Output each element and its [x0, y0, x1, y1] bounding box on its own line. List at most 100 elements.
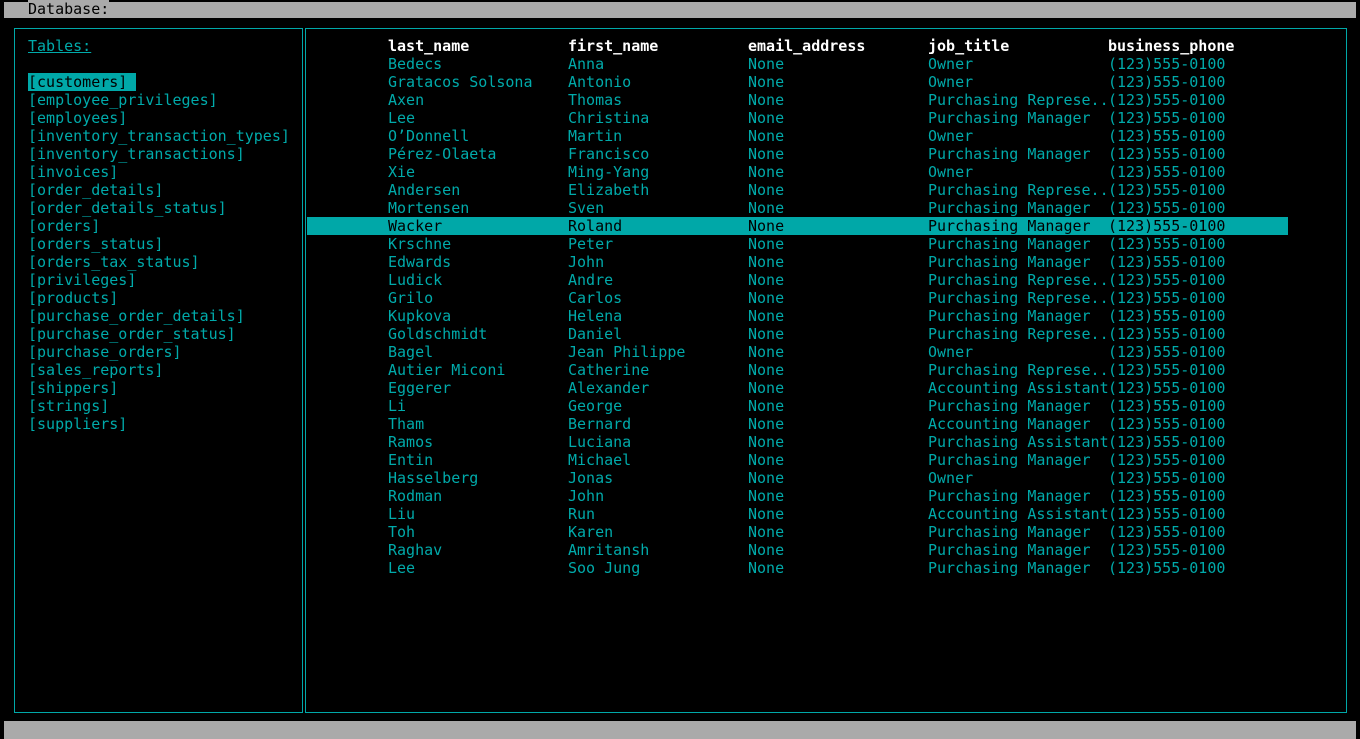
table-item[interactable]: [purchase_order_details] [28, 307, 245, 325]
cell-last-name: Bagel [388, 343, 434, 361]
table-item[interactable]: [inventory_transaction_types] [28, 127, 290, 145]
table-row[interactable]: Entin Michael None Purchasing Manager (123)5… [307, 451, 1288, 469]
table-item[interactable]: [customers] [28, 73, 137, 91]
table-row[interactable]: Rodman John None Purchasing Manager (123)555… [307, 487, 1288, 505]
column-header-last-name[interactable]: last_name [388, 37, 469, 55]
cell-last-name: Grilo [388, 289, 434, 307]
cell-business-phone: (123)555-0100 [1108, 307, 1226, 325]
table-row[interactable]: Toh Karen None Purchasing Manager (123)555-0… [307, 523, 1288, 541]
table-row[interactable]: Krschne Peter None Purchasing Manager (123)5… [307, 235, 1288, 253]
table-item[interactable]: [invoices] [28, 163, 118, 181]
table-row[interactable]: Xie Ming-Yang None Owner (123)555-0100 [307, 163, 1288, 181]
cell-last-name: Entin [388, 451, 434, 469]
cell-job-title: Purchasing Represe.. [928, 325, 1109, 343]
cell-business-phone: (123)555-0100 [1108, 397, 1226, 415]
table-row[interactable]: Bagel Jean Philippe None Owner (123)555-0100 [307, 343, 1288, 361]
table-row[interactable]: Goldschmidt Daniel None Purchasing Represe.… [307, 325, 1288, 343]
table-row[interactable]: Lee Christina None Purchasing Manager (123)5… [307, 109, 1288, 127]
table-row[interactable]: Bedecs Anna None Owner (123)555-0100 [307, 55, 1288, 73]
table-item[interactable]: [orders_tax_status] [28, 253, 200, 271]
cell-email-address: None [748, 415, 785, 433]
cell-email-address: None [748, 307, 785, 325]
cell-last-name: Pérez-Olaeta [388, 145, 497, 163]
table-item[interactable]: [sales_reports] [28, 361, 163, 379]
table-item[interactable]: [orders] [28, 217, 100, 235]
database-label: Database: [28, 0, 110, 18]
table-item[interactable]: [purchase_order_status] [28, 325, 236, 343]
cell-business-phone: (123)555-0100 [1108, 361, 1226, 379]
table-item[interactable]: [order_details] [28, 181, 163, 199]
cell-job-title: Purchasing Represe.. [928, 91, 1109, 109]
column-header-business-phone[interactable]: business_phone [1108, 37, 1234, 55]
cell-business-phone: (123)555-0100 [1108, 469, 1226, 487]
cell-last-name: Lee [388, 109, 416, 127]
table-item[interactable]: [employees] [28, 109, 127, 127]
cell-first-name: Helena [568, 307, 623, 325]
table-item[interactable]: [purchase_orders] [28, 343, 182, 361]
cell-email-address: None [748, 55, 785, 73]
table-item[interactable]: [strings] [28, 397, 109, 415]
cell-email-address: None [748, 343, 785, 361]
table-row[interactable]: Mortensen Sven None Purchasing Manager (123)… [307, 199, 1288, 217]
column-header-first-name[interactable]: first_name [568, 37, 658, 55]
cell-email-address: None [748, 523, 785, 541]
cell-job-title: Purchasing Manager [928, 217, 1091, 235]
cell-business-phone: (123)555-0100 [1108, 199, 1226, 217]
table-row[interactable]: Wacker Roland None Purchasing Manager (123)5… [307, 217, 1288, 235]
table-row[interactable]: Li George None Purchasing Manager (123)555-0… [307, 397, 1288, 415]
table-row[interactable]: Lee Soo Jung None Purchasing Manager (123)55… [307, 559, 1288, 577]
cell-last-name: Wacker [388, 217, 443, 235]
cell-business-phone: (123)555-0100 [1108, 541, 1226, 559]
cell-last-name: Eggerer [388, 379, 452, 397]
table-row[interactable]: Ramos Luciana None Purchasing Assistant (123… [307, 433, 1288, 451]
cell-job-title: Purchasing Manager [928, 451, 1091, 469]
table-item[interactable]: [order_details_status] [28, 199, 227, 217]
table-item[interactable]: [employee_privileges] [28, 91, 218, 109]
cell-job-title: Owner [928, 73, 974, 91]
table-row[interactable]: Liu Run None Accounting Assistant (123)555-0… [307, 505, 1288, 523]
table-item[interactable]: [products] [28, 289, 118, 307]
cell-last-name: Xie [388, 163, 416, 181]
table-row[interactable]: Tham Bernard None Accounting Manager (123)55… [307, 415, 1288, 433]
table-row[interactable]: Hasselberg Jonas None Owner (123)555-0100 [307, 469, 1288, 487]
cell-first-name: Daniel [568, 325, 623, 343]
cell-email-address: None [748, 379, 785, 397]
table-row[interactable]: Andersen Elizabeth None Purchasing Represe.… [307, 181, 1288, 199]
table-row[interactable]: Grilo Carlos None Purchasing Represe.. (123)… [307, 289, 1288, 307]
column-header-email-address[interactable]: email_address [748, 37, 865, 55]
table-row[interactable]: Raghav Amritansh None Purchasing Manager (12… [307, 541, 1288, 559]
table-item[interactable]: [suppliers] [28, 415, 127, 433]
table-row[interactable]: Kupkova Helena None Purchasing Manager (123)… [307, 307, 1288, 325]
table-row[interactable]: Pérez-Olaeta Francisco None Purchasing Mana… [307, 145, 1288, 163]
table-row[interactable]: Ludick Andre None Purchasing Represe.. (123)… [307, 271, 1288, 289]
cell-last-name: Goldschmidt [388, 325, 488, 343]
cell-last-name: Liu [388, 505, 416, 523]
table-row[interactable]: Gratacos Solsona Antonio None Owner (123)555… [307, 73, 1288, 91]
table-row[interactable]: O’Donnell Martin None Owner (123)555-0100 [307, 127, 1288, 145]
top-bar: Database: [0, 0, 1360, 19]
cell-first-name: Roland [568, 217, 623, 235]
cell-business-phone: (123)555-0100 [1108, 253, 1226, 271]
cell-first-name: Bernard [568, 415, 632, 433]
cell-job-title: Purchasing Manager [928, 145, 1091, 163]
column-header-job-title[interactable]: job_title [928, 37, 1009, 55]
cell-job-title: Purchasing Manager [928, 541, 1091, 559]
cell-first-name: George [568, 397, 623, 415]
table-row[interactable]: Axen Thomas None Purchasing Represe.. (123)5… [307, 91, 1288, 109]
table-row[interactable]: Autier Miconi Catherine None Purchasing Rep… [307, 361, 1288, 379]
table-item[interactable]: [privileges] [28, 271, 136, 289]
cell-business-phone: (123)555-0100 [1108, 451, 1226, 469]
table-item[interactable]: [inventory_transactions] [28, 145, 245, 163]
cell-job-title: Purchasing Manager [928, 559, 1091, 577]
cell-job-title: Purchasing Manager [928, 235, 1091, 253]
table-item[interactable]: [orders_status] [28, 235, 163, 253]
cell-email-address: None [748, 487, 785, 505]
table-row[interactable]: Eggerer Alexander None Accounting Assistant… [307, 379, 1288, 397]
cell-first-name: Martin [568, 127, 623, 145]
cell-first-name: Sven [568, 199, 605, 217]
cell-first-name: Catherine [568, 361, 650, 379]
cell-email-address: None [748, 271, 785, 289]
cell-job-title: Owner [928, 343, 974, 361]
table-item[interactable]: [shippers] [28, 379, 118, 397]
table-row[interactable]: Edwards John None Purchasing Manager (123)55… [307, 253, 1288, 271]
